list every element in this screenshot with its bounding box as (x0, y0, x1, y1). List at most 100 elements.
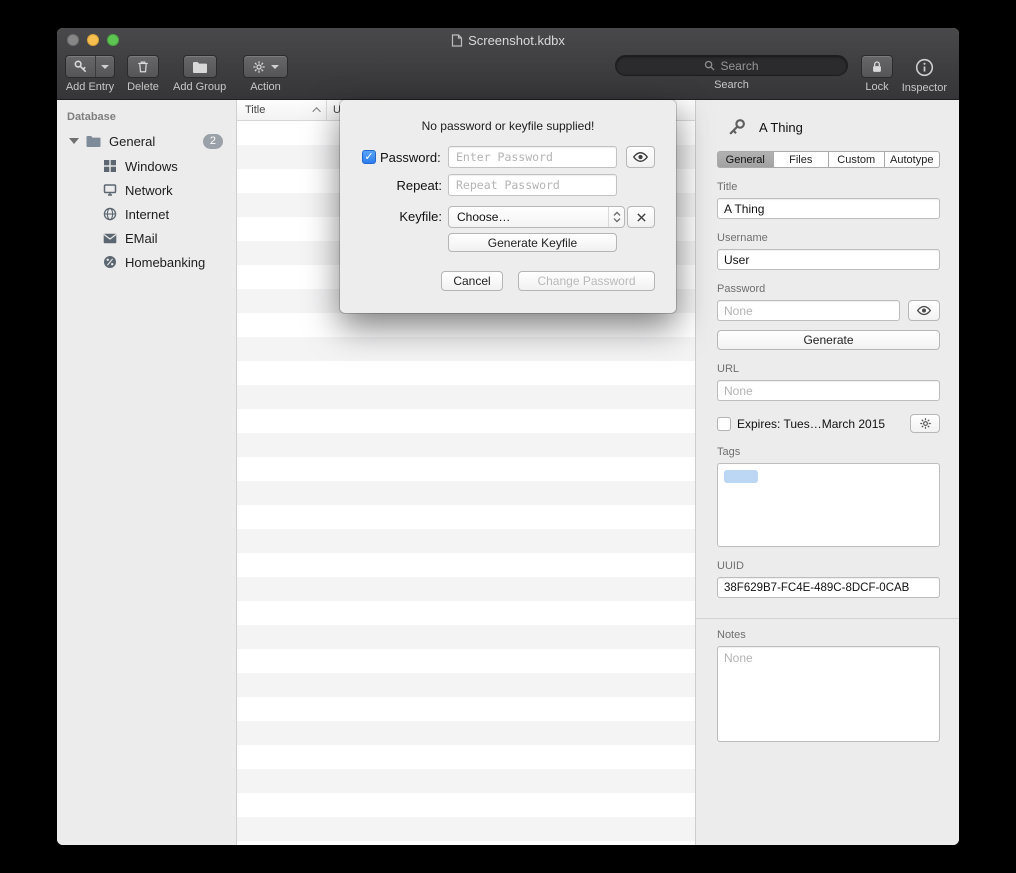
toolbar-group-inspector: Inspector (902, 55, 947, 94)
change-password-dialog: No password or keyfile supplied! Passwor… (340, 100, 676, 313)
tags-box[interactable] (717, 463, 940, 547)
keyfile-popup-button[interactable]: Choose… (448, 206, 625, 228)
dialog-reveal-password-button[interactable] (626, 146, 655, 168)
screen: Screenshot.kdbx Add Entry (0, 0, 1016, 873)
toolbar-group-search: Search Search (615, 55, 848, 91)
sidebar-item-general[interactable]: General 2 (57, 128, 236, 154)
lock-button[interactable] (861, 55, 893, 78)
search-icon (704, 60, 715, 71)
info-icon (915, 58, 934, 77)
dialog-repeat-label: Repeat: (340, 178, 442, 193)
dialog-password-input[interactable] (448, 146, 617, 168)
eye-icon (632, 151, 649, 163)
dialog-repeat-input[interactable] (448, 174, 617, 196)
percent-coin-icon (101, 254, 118, 271)
generate-password-button[interactable]: Generate (717, 330, 940, 350)
folder-icon (85, 133, 102, 150)
toolbar-group-delete: Delete (127, 55, 159, 93)
add-entry-label: Add Entry (66, 81, 114, 93)
dialog-message: No password or keyfile supplied! (340, 119, 676, 133)
window-title: Screenshot.kdbx (468, 33, 565, 48)
chevron-down-icon (271, 65, 279, 69)
tag-chip[interactable] (724, 470, 758, 483)
inspector-label: Inspector (902, 82, 947, 94)
inspector-entry-header: A Thing (727, 117, 940, 137)
inspector-tabs: General Files Custom Autotype (717, 151, 940, 168)
column-header-title[interactable]: Title (237, 100, 327, 120)
chevron-down-icon (101, 65, 109, 69)
toolbar-group-lock: Lock (861, 55, 893, 93)
delete-button[interactable] (127, 55, 159, 78)
lock-label: Lock (865, 81, 888, 93)
inspector-divider (696, 618, 959, 619)
expires-settings-button[interactable] (910, 414, 940, 433)
tab-custom[interactable]: Custom (829, 151, 885, 168)
username-field-label: Username (717, 232, 940, 244)
sidebar-item-homebanking[interactable]: Homebanking (57, 250, 236, 274)
sidebar-item-label: Internet (125, 207, 169, 222)
column-title-label: Title (245, 104, 265, 116)
tab-autotype[interactable]: Autotype (885, 151, 941, 168)
url-field[interactable] (717, 380, 940, 401)
generate-keyfile-button[interactable]: Generate Keyfile (448, 233, 617, 252)
entry-count-badge: 2 (203, 134, 223, 149)
popup-arrows-icon (608, 207, 624, 227)
uuid-field[interactable] (717, 577, 940, 598)
sidebar-item-label: Windows (125, 159, 178, 174)
sidebar-item-label: Network (125, 183, 173, 198)
add-entry-button[interactable] (65, 55, 115, 78)
globe-icon (101, 206, 118, 223)
windows-icon (101, 158, 118, 175)
sidebar-item-network[interactable]: Network (57, 178, 236, 202)
title-field[interactable] (717, 198, 940, 219)
column-header-username[interactable]: U (327, 104, 341, 116)
cancel-button[interactable]: Cancel (441, 271, 503, 291)
notes-field[interactable] (717, 646, 940, 742)
toolbar: Add Entry Delete (57, 52, 959, 100)
toolbar-group-add-group: Add Group (173, 55, 226, 93)
inspector-panel: A Thing General Files Custom Autotype Ti… (695, 100, 959, 845)
tab-general[interactable]: General (717, 151, 774, 168)
inspector-toggle-button[interactable] (915, 55, 934, 79)
gear-icon (252, 60, 266, 74)
key-icon (66, 56, 95, 77)
add-entry-dropdown[interactable] (95, 56, 114, 77)
gear-icon (919, 417, 932, 430)
envelope-icon (101, 230, 118, 247)
expires-row: Expires: Tues…March 2015 (717, 414, 940, 433)
sidebar-item-internet[interactable]: Internet (57, 202, 236, 226)
clear-keyfile-button[interactable] (627, 206, 655, 228)
sidebar-item-label: EMail (125, 231, 158, 246)
tab-files[interactable]: Files (774, 151, 830, 168)
expires-label: Expires: Tues…March 2015 (737, 417, 885, 431)
expires-checkbox[interactable] (717, 417, 731, 431)
username-field[interactable] (717, 249, 940, 270)
password-field[interactable] (717, 300, 900, 321)
search-placeholder: Search (720, 59, 758, 73)
disclosure-triangle-icon[interactable] (69, 138, 79, 144)
window-header: Screenshot.kdbx Add Entry (57, 28, 959, 100)
change-password-button[interactable]: Change Password (518, 271, 655, 291)
sidebar: Database General 2 Windows (57, 100, 237, 845)
toolbar-group-action: Action (243, 55, 288, 93)
sort-ascending-icon (312, 107, 320, 115)
action-button[interactable] (243, 55, 288, 78)
sidebar-item-email[interactable]: EMail (57, 226, 236, 250)
search-label: Search (714, 79, 749, 91)
password-field-label: Password (717, 283, 940, 295)
password-row (717, 300, 940, 321)
window-title-wrap: Screenshot.kdbx (57, 28, 959, 52)
titlebar: Screenshot.kdbx (57, 28, 959, 52)
sidebar-item-windows[interactable]: Windows (57, 154, 236, 178)
add-group-button[interactable] (183, 55, 217, 78)
reveal-password-button[interactable] (908, 300, 940, 321)
network-icon (101, 182, 118, 199)
lock-icon (870, 60, 884, 74)
dialog-password-label: Password: (380, 150, 441, 165)
notes-label: Notes (717, 629, 940, 641)
password-checkbox[interactable] (362, 150, 376, 164)
eye-icon (916, 305, 932, 316)
key-icon (727, 117, 747, 137)
search-input[interactable]: Search (615, 55, 848, 76)
entry-title: A Thing (759, 120, 803, 135)
